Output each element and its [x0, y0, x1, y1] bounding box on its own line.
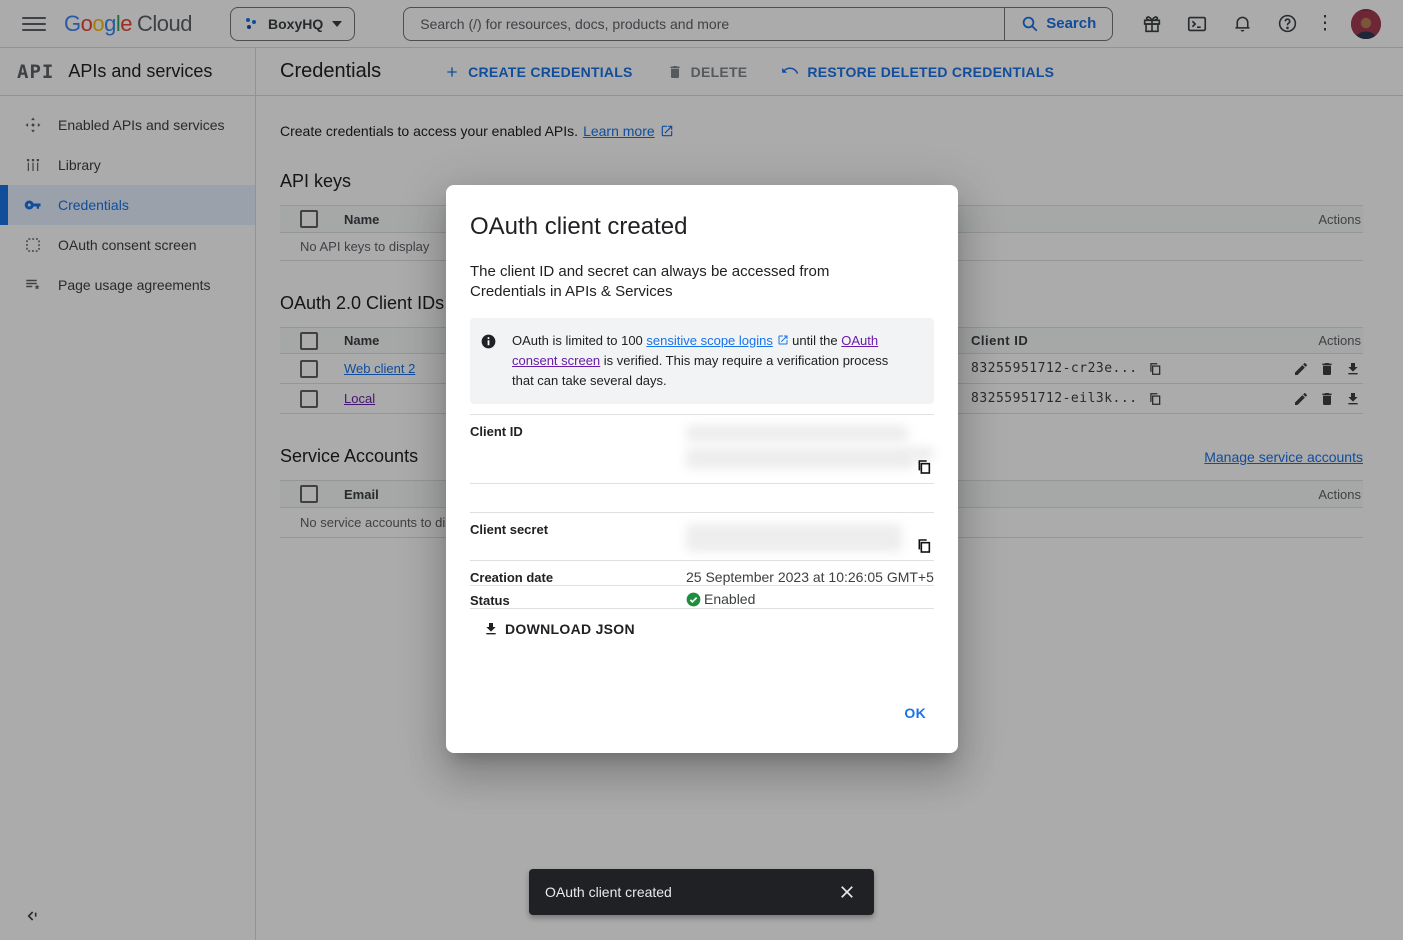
dialog-title: OAuth client created [446, 185, 958, 241]
spacer-row [470, 483, 934, 512]
download-json-button[interactable]: DOWNLOAD JSON [483, 621, 958, 637]
copy-icon[interactable] [916, 538, 932, 554]
toast-message: OAuth client created [545, 884, 838, 900]
client-id-label: Client ID [470, 415, 686, 483]
client-secret-label: Client secret [470, 513, 686, 560]
notice-text: until the [789, 333, 842, 348]
dialog-notice: OAuth is limited to 100 sensitive scope … [470, 318, 934, 404]
toast-notification: OAuth client created [529, 869, 874, 915]
status-label: Status [470, 586, 686, 608]
notice-text: OAuth is limited to 100 [512, 333, 646, 348]
creation-date-label: Creation date [470, 561, 686, 585]
copy-icon[interactable] [916, 459, 932, 475]
oauth-client-created-dialog: OAuth client created The client ID and s… [446, 185, 958, 753]
ok-button[interactable]: OK [896, 699, 934, 727]
client-secret-value-redacted [686, 513, 934, 560]
status-badge: Enabled [686, 586, 934, 608]
check-circle-icon [686, 592, 701, 607]
dialog-description: The client ID and secret can always be a… [446, 241, 926, 302]
status-text: Enabled [704, 591, 755, 607]
sensitive-scope-logins-link[interactable]: sensitive scope logins [646, 333, 772, 348]
close-icon[interactable] [838, 883, 856, 901]
external-link-icon [777, 334, 789, 346]
download-json-label: DOWNLOAD JSON [505, 621, 635, 637]
creation-date-value: 25 September 2023 at 10:26:05 GMT+5 [686, 561, 934, 585]
dialog-detail-rows: Client ID Client secret Creation date 25… [470, 414, 934, 609]
info-icon [481, 334, 496, 349]
client-id-value-redacted [686, 415, 934, 483]
download-icon [483, 621, 499, 637]
